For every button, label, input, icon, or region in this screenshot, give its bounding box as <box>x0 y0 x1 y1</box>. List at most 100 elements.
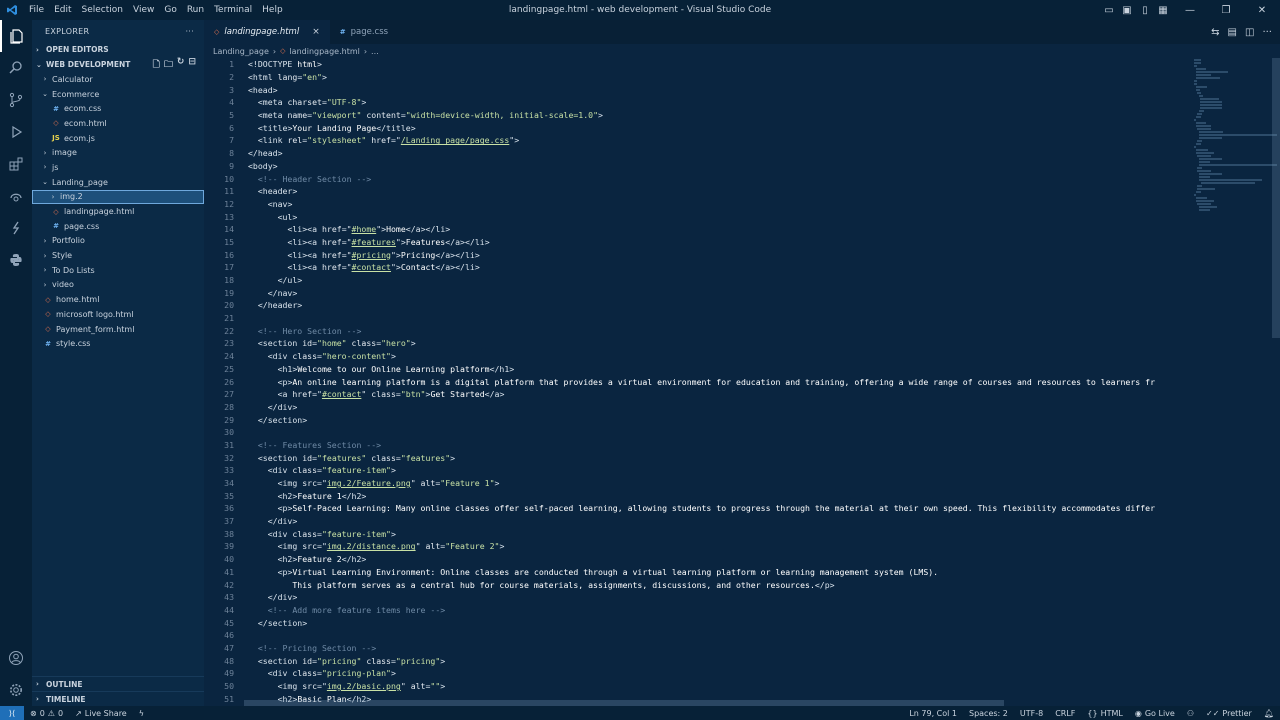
tree-item[interactable]: ⌄ Landing_page <box>32 175 204 190</box>
code-line[interactable]: 23 <section id="home" class="hero"> <box>204 337 1194 350</box>
menu-edit[interactable]: Edit <box>49 0 76 20</box>
code-line[interactable]: 44 <!-- Add more feature items here --> <box>204 604 1194 617</box>
new-folder-icon[interactable]: 🗀 <box>164 57 173 73</box>
prettier-button[interactable]: ✓✓ Prettier <box>1200 709 1258 718</box>
tree-item[interactable]: ◇ home.html <box>32 292 204 307</box>
code-line[interactable]: 13 <ul> <box>204 210 1194 223</box>
code-line[interactable]: 31 <!-- Features Section --> <box>204 439 1194 452</box>
code-line[interactable]: 3 <head> <box>204 83 1194 96</box>
remote-explorer-icon[interactable] <box>0 180 32 212</box>
cursor-position[interactable]: Ln 79, Col 1 <box>903 709 963 718</box>
code-line[interactable]: 21 <box>204 312 1194 325</box>
tree-item[interactable]: # ecom.css <box>32 101 204 116</box>
source-control-icon[interactable] <box>0 84 32 116</box>
tree-item[interactable]: JS ecom.js <box>32 131 204 146</box>
minimap[interactable] <box>1194 58 1277 211</box>
workspace-section[interactable]: ⌄ WEB DEVELOPMENT 🗋 🗀 ↻ ⊟ <box>32 57 204 72</box>
tree-item[interactable]: ◇ Payment_form.html <box>32 322 204 337</box>
menu-go[interactable]: Go <box>159 0 181 20</box>
code-line[interactable]: 6 <title>Your Landing Page</title> <box>204 121 1194 134</box>
go-live-button[interactable]: ◉ Go Live <box>1129 709 1181 718</box>
code-line[interactable]: 37 </div> <box>204 515 1194 528</box>
run-debug-icon[interactable] <box>0 116 32 148</box>
menu-terminal[interactable]: Terminal <box>209 0 257 20</box>
tree-item[interactable]: # style.css <box>32 336 204 351</box>
tree-item[interactable]: # page.css <box>32 219 204 234</box>
breadcrumb-item[interactable]: landingpage.html <box>289 47 359 56</box>
tree-item[interactable]: › video <box>32 278 204 293</box>
code-line[interactable]: 26 <p>An online learning platform is a d… <box>204 375 1194 388</box>
code-line[interactable]: 1 <!DOCTYPE html> <box>204 58 1194 71</box>
code-line[interactable]: 22 <!-- Hero Section --> <box>204 324 1194 337</box>
code-editor[interactable]: 1 <!DOCTYPE html> 2 <html lang="en"> 3 <head>… <box>204 58 1194 706</box>
code-line[interactable]: 41 <p>Virtual Learning Environment: Onli… <box>204 566 1194 579</box>
code-line[interactable]: 8 </head> <box>204 147 1194 160</box>
sidebar-toggle-icon[interactable]: ▯ <box>1136 0 1154 20</box>
more-actions-icon[interactable]: ··· <box>185 27 194 36</box>
close-icon[interactable]: × <box>312 27 320 37</box>
split-editor-icon[interactable]: ◫ <box>1245 27 1254 38</box>
code-line[interactable]: 14 <li><a href="#home">Home</a></li> <box>204 223 1194 236</box>
tab-landingpage-html[interactable]: ◇ landingpage.html × <box>204 20 330 44</box>
code-line[interactable]: 4 <meta charset="UTF-8"> <box>204 96 1194 109</box>
code-line[interactable]: 32 <section id="features" class="feature… <box>204 451 1194 464</box>
panel-toggle-icon[interactable]: ▣ <box>1118 0 1136 20</box>
code-line[interactable]: 10 <!-- Header Section --> <box>204 172 1194 185</box>
open-changes-icon[interactable]: ⇆ <box>1211 27 1219 38</box>
code-line[interactable]: 2 <html lang="en"> <box>204 71 1194 84</box>
search-icon[interactable] <box>0 52 32 84</box>
open-editors-section[interactable]: › OPEN EDITORS <box>32 42 204 57</box>
code-line[interactable]: 48 <section id="pricing" class="pricing"… <box>204 654 1194 667</box>
code-line[interactable]: 49 <div class="pricing-plan"> <box>204 667 1194 680</box>
customize-layout-icon[interactable]: ▦ <box>1154 0 1172 20</box>
breadcrumb-item[interactable]: Landing_page <box>213 47 269 56</box>
breadcrumb-item[interactable]: ... <box>371 47 379 56</box>
code-line[interactable]: 50 <img src="img.2/basic.png" alt=""> <box>204 680 1194 693</box>
flash-icon[interactable]: ϟ <box>133 709 150 718</box>
vertical-scrollbar[interactable] <box>1272 58 1280 338</box>
code-line[interactable]: 18 </ul> <box>204 274 1194 287</box>
python-icon[interactable] <box>0 244 32 276</box>
tree-item[interactable]: ◇ landingpage.html <box>32 204 204 219</box>
code-line[interactable]: 27 <a href="#contact" class="btn">Get St… <box>204 388 1194 401</box>
code-line[interactable]: 5 <meta name="viewport" content="width=d… <box>204 109 1194 122</box>
extensions-icon[interactable] <box>0 148 32 180</box>
tree-item[interactable]: › image <box>32 145 204 160</box>
refresh-icon[interactable]: ↻ <box>177 57 185 73</box>
end-of-line[interactable]: CRLF <box>1049 709 1081 718</box>
tree-item[interactable]: › To Do Lists <box>32 263 204 278</box>
code-line[interactable]: 7 <link rel="stylesheet" href="/Landing_… <box>204 134 1194 147</box>
tree-item[interactable]: › js <box>32 160 204 175</box>
remote-indicator-icon[interactable]: ⟩⟨ <box>0 706 24 720</box>
code-line[interactable]: 15 <li><a href="#features">Features</a><… <box>204 236 1194 249</box>
code-line[interactable]: 47 <!-- Pricing Section --> <box>204 642 1194 655</box>
new-file-icon[interactable]: 🗋 <box>153 57 160 73</box>
code-line[interactable]: 29 </section> <box>204 413 1194 426</box>
code-line[interactable]: 16 <li><a href="#pricing">Pricing</a></l… <box>204 248 1194 261</box>
tree-item[interactable]: ◇ microsoft logo.html <box>32 307 204 322</box>
menu-help[interactable]: Help <box>257 0 288 20</box>
code-line[interactable]: 39 <img src="img.2/distance.png" alt="Fe… <box>204 540 1194 553</box>
more-actions-icon[interactable]: ··· <box>1262 27 1272 38</box>
close-button[interactable]: ✕ <box>1244 0 1280 20</box>
testing-icon[interactable] <box>0 212 32 244</box>
outline-section[interactable]: › OUTLINE <box>32 676 204 691</box>
code-line[interactable]: 17 <li><a href="#contact">Contact</a></l… <box>204 261 1194 274</box>
copilot-icon[interactable]: ⚇ <box>1181 709 1200 718</box>
code-line[interactable]: 46 <box>204 629 1194 642</box>
problems-indicator[interactable]: ⊗ 0 ⚠ 0 <box>24 709 69 718</box>
minimize-button[interactable]: — <box>1172 0 1208 20</box>
code-line[interactable]: 34 <img src="img.2/Feature.png" alt="Fea… <box>204 477 1194 490</box>
code-line[interactable]: 24 <div class="hero-content"> <box>204 350 1194 363</box>
menu-run[interactable]: Run <box>182 0 209 20</box>
tree-item[interactable]: ◇ ecom.html <box>32 116 204 131</box>
code-line[interactable]: 12 <nav> <box>204 198 1194 211</box>
code-line[interactable]: 19 </nav> <box>204 286 1194 299</box>
indentation[interactable]: Spaces: 2 <box>963 709 1014 718</box>
code-line[interactable]: 28 </div> <box>204 401 1194 414</box>
code-line[interactable]: 35 <h2>Feature 1</h2> <box>204 489 1194 502</box>
code-line[interactable]: 36 <p>Self-Paced Learning: Many online c… <box>204 502 1194 515</box>
restore-button[interactable]: ❐ <box>1208 0 1244 20</box>
code-line[interactable]: 42 This platform serves as a central hub… <box>204 578 1194 591</box>
collapse-all-icon[interactable]: ⊟ <box>188 57 196 73</box>
